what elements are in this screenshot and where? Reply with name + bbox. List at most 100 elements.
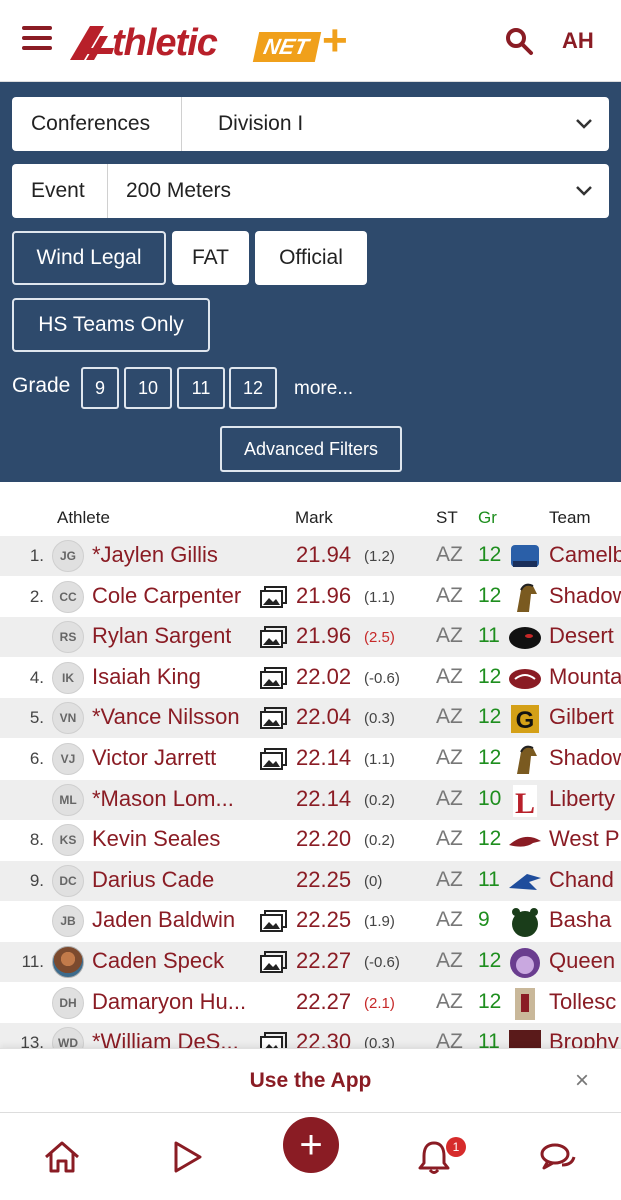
table-row[interactable]: 1. JG *Jaylen Gillis 21.94 (1.2) AZ 12 Camelb <box>0 536 621 576</box>
conferences-select[interactable]: Conferences Division I <box>12 97 609 151</box>
athlete-name-link[interactable]: Rylan Sargent <box>92 623 231 649</box>
team-stallion-logo[interactable] <box>507 580 543 614</box>
mark-link[interactable]: 22.27 <box>296 989 351 1015</box>
grade-11-button[interactable]: 11 <box>177 367 225 409</box>
team-name-link[interactable]: Gilbert <box>549 704 621 730</box>
photos-icon[interactable] <box>260 748 288 770</box>
mark-column-header[interactable]: Mark <box>295 508 333 528</box>
team-stallion-logo[interactable] <box>507 742 543 776</box>
state-column-header[interactable]: ST <box>436 508 458 528</box>
team-name-link[interactable]: Shadow <box>549 745 621 771</box>
avatar[interactable]: JG <box>52 540 84 572</box>
team-wolf-logo[interactable] <box>507 864 543 898</box>
mark-link[interactable]: 21.96 <box>296 623 351 649</box>
athlete-name-link[interactable]: Caden Speck <box>92 948 224 974</box>
mark-link[interactable]: 21.96 <box>296 583 351 609</box>
athlete-name-link[interactable]: *Vance Nilsson <box>92 704 240 730</box>
athlete-name-link[interactable]: Damaryon Hu... <box>92 989 246 1015</box>
avatar[interactable]: ML <box>52 783 84 816</box>
hs-teams-only-toggle[interactable]: HS Teams Only <box>12 298 210 352</box>
team-name-link[interactable]: West P <box>549 826 621 852</box>
team-runner-photo[interactable] <box>507 986 543 1020</box>
avatar[interactable]: KS <box>52 824 84 857</box>
mark-link[interactable]: 22.27 <box>296 948 351 974</box>
mark-link[interactable]: 21.94 <box>296 542 351 568</box>
table-row[interactable]: 5. VN *Vance Nilsson 22.04 (0.3) AZ 12 G Gilbert <box>0 698 621 739</box>
table-row[interactable]: 6. VJ Victor Jarrett 22.14 (1.1) AZ 12 Shadow <box>0 739 621 779</box>
team-name-link[interactable]: Chand <box>549 867 621 893</box>
team-l-logo[interactable]: L <box>507 783 543 817</box>
team-panther-logo[interactable] <box>507 620 543 654</box>
avatar[interactable]: WD <box>52 1027 84 1048</box>
official-toggle[interactable]: Official <box>255 231 367 285</box>
photos-icon[interactable] <box>260 951 288 973</box>
team-bulldog-logo[interactable] <box>507 945 543 979</box>
team-bird-logo[interactable] <box>507 823 543 857</box>
avatar[interactable]: VN <box>52 702 84 735</box>
athlete-name-link[interactable]: *William DeS... <box>92 1029 239 1048</box>
photos-icon[interactable] <box>260 626 288 649</box>
avatar[interactable]: DC <box>52 864 84 897</box>
table-row[interactable]: 8. KS Kevin Seales 22.20 (0.2) AZ 12 West P <box>0 820 621 860</box>
team-team-photo[interactable] <box>507 1026 543 1048</box>
chat-icon[interactable] <box>538 1137 578 1177</box>
play-icon[interactable] <box>166 1137 206 1177</box>
advanced-filters-button[interactable]: Advanced Filters <box>220 426 402 472</box>
avatar[interactable]: IK <box>52 661 84 694</box>
team-name-link[interactable]: Desert <box>549 623 621 649</box>
photos-icon[interactable] <box>260 1032 288 1048</box>
mark-link[interactable]: 22.04 <box>296 704 351 730</box>
event-select[interactable]: Event 200 Meters <box>12 164 609 218</box>
grade-column-header[interactable]: Gr <box>478 508 497 528</box>
athlete-name-link[interactable]: Isaiah King <box>92 664 201 690</box>
table-row[interactable]: 13. WD *William DeS... 22.30 (0.3) AZ 11 Brophy <box>0 1023 621 1048</box>
team-name-link[interactable]: Queen <box>549 948 621 974</box>
mark-link[interactable]: 22.25 <box>296 867 351 893</box>
mark-link[interactable]: 22.14 <box>296 786 351 812</box>
table-row[interactable]: JB Jaden Baldwin 22.25 (1.9) AZ 9 Basha <box>0 901 621 941</box>
search-icon[interactable] <box>504 26 534 56</box>
table-row[interactable]: 4. IK Isaiah King 22.02 (-0.6) AZ 12 Mounta <box>0 658 621 698</box>
avatar[interactable] <box>52 946 84 978</box>
grade-10-button[interactable]: 10 <box>124 367 172 409</box>
team-name-link[interactable]: Brophy <box>549 1029 621 1048</box>
athlete-name-link[interactable]: *Jaylen Gillis <box>92 542 218 568</box>
table-row[interactable]: 11. Caden Speck 22.27 (-0.6) AZ 12 Queen <box>0 942 621 982</box>
grade-12-button[interactable]: 12 <box>229 367 277 409</box>
athlete-name-link[interactable]: Jaden Baldwin <box>92 907 235 933</box>
mark-link[interactable]: 22.30 <box>296 1029 351 1048</box>
add-button[interactable]: + <box>283 1117 339 1173</box>
table-row[interactable]: RS Rylan Sargent 21.96 (2.5) AZ 11 Desert <box>0 617 621 658</box>
team-hawk-logo[interactable] <box>507 661 543 695</box>
mark-link[interactable]: 22.02 <box>296 664 351 690</box>
avatar[interactable]: JB <box>52 905 84 938</box>
photos-icon[interactable] <box>260 585 288 608</box>
avatar[interactable]: DH <box>52 986 84 1019</box>
athlete-name-link[interactable]: Darius Cade <box>92 867 214 893</box>
more-grades-link[interactable]: more... <box>294 378 353 400</box>
team-name-link[interactable]: Tollesc <box>549 989 621 1015</box>
photos-icon[interactable] <box>260 910 288 933</box>
mark-link[interactable]: 22.25 <box>296 907 351 933</box>
table-row[interactable]: 9. DC Darius Cade 22.25 (0) AZ 11 Chand <box>0 860 621 901</box>
table-row[interactable]: DH Damaryon Hu... 22.27 (2.1) AZ 12 Tollesc <box>0 983 621 1023</box>
photos-icon[interactable] <box>260 707 288 730</box>
mark-link[interactable]: 22.20 <box>296 826 351 852</box>
use-app-link[interactable]: Use the App <box>0 1069 621 1093</box>
avatar[interactable]: RS <box>52 621 84 654</box>
athlete-name-link[interactable]: Kevin Seales <box>92 826 220 852</box>
wind-legal-toggle[interactable]: Wind Legal <box>12 231 166 285</box>
team-name-link[interactable]: Camelb <box>549 542 621 568</box>
team-name-link[interactable]: Liberty <box>549 786 621 812</box>
table-row[interactable]: 2. CC Cole Carpenter 21.96 (1.1) AZ 12 Shadow <box>0 577 621 617</box>
team-name-link[interactable]: Shadow <box>549 583 621 609</box>
team-column-header[interactable]: Team <box>549 508 591 528</box>
team-name-link[interactable]: Mounta <box>549 664 621 690</box>
photos-icon[interactable] <box>260 666 288 689</box>
avatar[interactable]: VJ <box>52 743 84 775</box>
athleticnet-logo[interactable]: thletic NET + <box>70 16 360 65</box>
menu-icon[interactable] <box>22 26 52 50</box>
athlete-name-link[interactable]: *Mason Lom... <box>92 786 234 812</box>
athlete-name-link[interactable]: Victor Jarrett <box>92 745 216 771</box>
athlete-column-header[interactable]: Athlete <box>57 508 110 528</box>
